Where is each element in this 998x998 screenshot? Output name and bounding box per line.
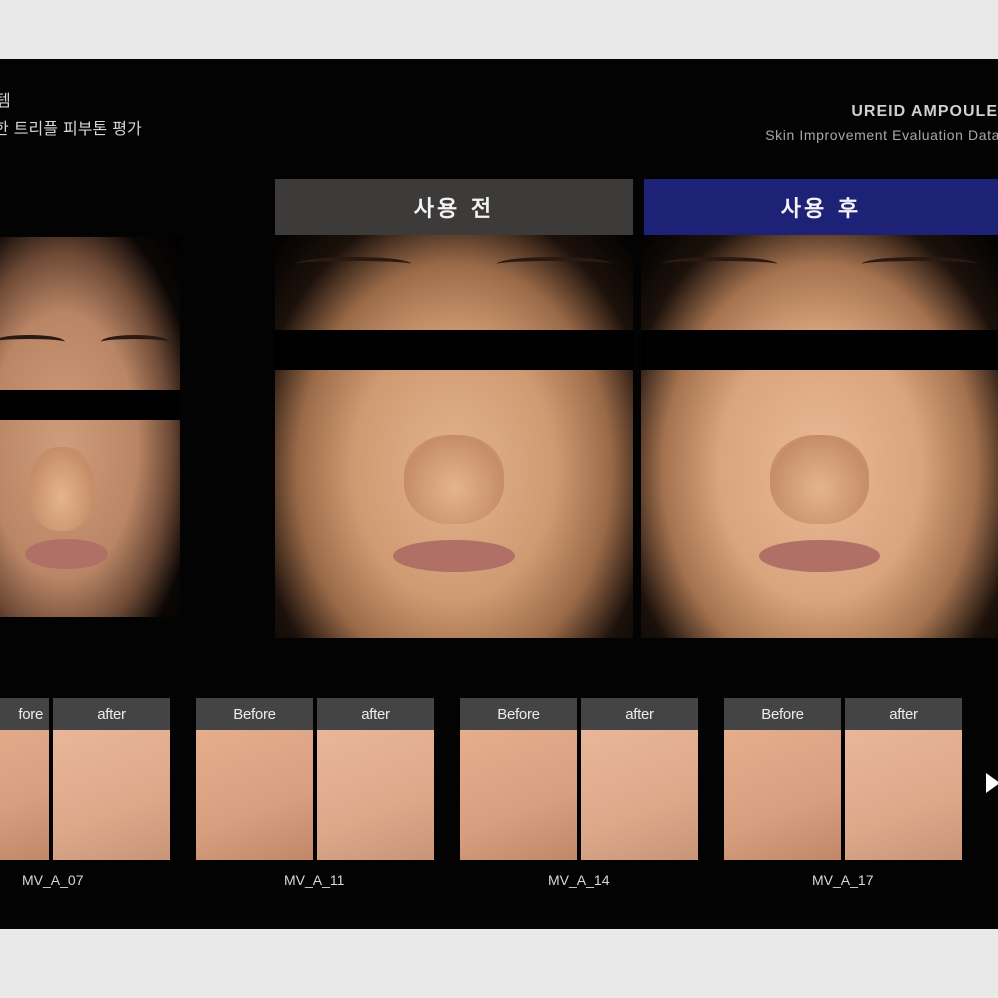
thumb-before[interactable]: Before bbox=[460, 698, 577, 860]
thumb-before[interactable]: Before bbox=[724, 698, 841, 860]
thumb-after-label: after bbox=[317, 698, 434, 730]
brand-block: UREID AMPOULE Skin Improvement Evaluatio… bbox=[765, 101, 998, 147]
face-photo-left bbox=[0, 237, 180, 617]
korean-title: 템 한 트리플 피부톤 평가 bbox=[0, 87, 142, 143]
thumb-after[interactable]: after bbox=[317, 698, 434, 860]
korean-title-line2: 한 트리플 피부톤 평가 bbox=[0, 119, 142, 138]
thumb-group-11: Before after MV_A_11 bbox=[196, 698, 436, 898]
korean-title-line1: 템 bbox=[0, 91, 11, 110]
thumb-before-label: Before bbox=[196, 698, 313, 730]
face-photo-after bbox=[641, 235, 998, 638]
thumb-group-17: Before after MV_A_17 bbox=[724, 698, 964, 898]
evaluation-stage: 템 한 트리플 피부톤 평가 UREID AMPOULE Skin Improv… bbox=[0, 59, 998, 929]
brand-name: UREID AMPOULE bbox=[851, 103, 998, 120]
thumb-group-14: Before after MV_A_14 bbox=[460, 698, 700, 898]
thumb-after[interactable]: after bbox=[53, 698, 170, 860]
sample-code: MV_A_14 bbox=[548, 872, 610, 888]
thumb-before-label: Before bbox=[460, 698, 577, 730]
thumb-after[interactable]: after bbox=[581, 698, 698, 860]
thumb-after-label: after bbox=[53, 698, 170, 730]
thumb-before[interactable]: fore bbox=[0, 698, 49, 860]
sample-code: MV_A_17 bbox=[812, 872, 874, 888]
thumb-before[interactable]: Before bbox=[196, 698, 313, 860]
sample-code: MV_A_11 bbox=[284, 872, 345, 888]
brand-subtitle: Skin Improvement Evaluation Data bbox=[765, 127, 998, 143]
thumb-after-label: after bbox=[581, 698, 698, 730]
play-arrow-icon[interactable] bbox=[986, 773, 998, 793]
after-header: 사용 후 bbox=[644, 179, 998, 235]
thumb-group-07: fore after MV_A_07 bbox=[0, 698, 175, 898]
before-header: 사용 전 bbox=[275, 179, 633, 235]
sample-code: MV_A_07 bbox=[22, 872, 84, 888]
thumb-before-label: Before bbox=[724, 698, 841, 730]
face-photo-before bbox=[275, 235, 633, 638]
thumb-after[interactable]: after bbox=[845, 698, 962, 860]
thumb-after-label: after bbox=[845, 698, 962, 730]
thumb-before-label: fore bbox=[0, 698, 49, 730]
